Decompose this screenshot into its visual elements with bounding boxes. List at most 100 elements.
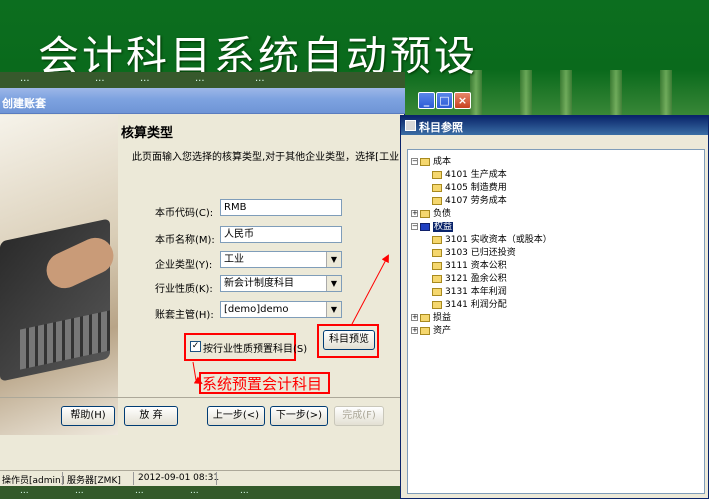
enterprise-type-select[interactable]: 工业 ▼ [220,251,342,268]
currency-name-input[interactable]: 人民币 [220,226,342,243]
folder-icon [420,157,430,166]
status-separator [62,472,63,485]
supervisor-select[interactable]: [demo]demo ▼ [220,301,342,318]
prev-button[interactable]: 上一步(<) [207,406,265,426]
wizard-divider [0,397,405,398]
status-separator [133,472,134,485]
background-menu-item: ... [135,486,144,496]
background-menu-item: ... [20,73,30,84]
folder-icon [432,170,442,179]
folder-icon [432,183,442,192]
industry-select[interactable]: 新会计制度科目 ▼ [220,275,342,292]
preset-accounts-checkbox[interactable]: ✓ [190,341,201,352]
tree-leaf[interactable]: 3111 资本公积 [432,258,507,271]
tree-leaf-label: 3103 已归还投资 [445,248,516,258]
tree-leaf-label: 3131 本年利润 [445,287,507,297]
tree-expander-icon[interactable]: − [411,158,418,165]
tree-expander-icon[interactable]: + [411,210,418,217]
tree-leaf[interactable]: 3103 已归还投资 [432,245,516,258]
wizard-illustration [0,115,120,435]
tree-leaf-label: 4101 生产成本 [445,170,507,180]
tree-node-label: 资产 [433,326,452,336]
tree-leaf-label: 4105 制造费用 [445,183,507,193]
tree-leaf-label: 3121 盈余公积 [445,274,507,284]
tree-expander-icon[interactable]: + [411,327,418,334]
wizard-description: 此页面输入您选择的核算类型,对于其他企业类型，选择[工业 [132,152,400,163]
create-account-wizard: 创建账套 _ □ × 核算类型 此页面输入您选择的核算类型,对于其他企业类型，选… [0,88,471,470]
dropdown-arrow-icon[interactable]: ▼ [326,276,341,291]
background-menu-item: ... [95,73,105,84]
supervisor-label: 账套主管(H): [155,310,214,321]
background-menu-item: ... [140,73,150,84]
tree-leaf[interactable]: 3141 利润分配 [432,297,507,310]
help-button[interactable]: 帮助(H) [61,406,115,426]
background-menu-strip: ... ... ... ... ... [0,72,405,88]
folder-icon [432,261,442,270]
account-tree[interactable]: − 成本 4101 生产成本 4105 制造费用 4107 劳务成本 + 负债 − 权… [407,149,705,494]
folder-icon [420,209,430,218]
preset-accounts-checkbox-label[interactable]: 按行业性质预置科目(S) [203,340,307,355]
folder-icon [420,326,430,335]
background-menu-item: ... [195,73,205,84]
industry-value: 新会计制度科目 [224,278,294,289]
tree-node-liabilities[interactable]: + 负债 [411,206,451,219]
tree-leaf[interactable]: 4101 生产成本 [432,167,507,180]
close-button[interactable]: × [454,92,471,109]
maximize-button[interactable]: □ [436,92,453,109]
tree-leaf[interactable]: 3131 本年利润 [432,284,507,297]
status-datetime: 2012-09-01 08:31 [138,473,220,483]
folder-icon [432,235,442,244]
tree-leaf[interactable]: 4105 制造费用 [432,180,507,193]
tree-leaf[interactable]: 3121 盈余公积 [432,271,507,284]
status-server: 服务器[ZMK] [67,476,121,486]
currency-code-input[interactable]: RMB [220,199,342,216]
folder-icon [432,300,442,309]
tree-node-label: 成本 [433,157,452,167]
account-reference-window: 科目参照 − 成本 4101 生产成本 4105 制造费用 4107 劳务成本 +… [400,115,709,499]
background-bottom-strip: ... ... ... ... ... [0,486,405,499]
window-app-icon [405,120,416,131]
tree-expander-icon[interactable]: + [411,314,418,321]
folder-open-icon [420,222,430,231]
currency-name-label: 本币名称(M): [155,235,215,246]
folder-icon [432,196,442,205]
tree-leaf-label: 4107 劳务成本 [445,196,507,206]
wizard-title: 创建账套 [2,97,46,110]
wizard-titlebar[interactable]: 创建账套 _ □ × [0,88,471,114]
tree-leaf-label: 3101 实收资本（或股本） [445,235,552,245]
tree-leaf[interactable]: 4107 劳务成本 [432,193,507,206]
reference-title: 科目参照 [419,121,463,134]
wizard-heading: 核算类型 [121,126,174,141]
enterprise-type-label: 企业类型(Y): [155,260,213,271]
dropdown-arrow-icon[interactable]: ▼ [326,252,341,267]
tree-leaf[interactable]: 3101 实收资本（或股本） [432,232,552,245]
status-operator: 操作员[admin] [2,476,65,486]
background-menu-item: ... [75,486,84,496]
tree-node-equity[interactable]: − 权益 [411,219,454,232]
industry-label: 行业性质(K): [155,284,213,295]
cancel-button[interactable]: 放 弃 [124,406,178,426]
reference-titlebar[interactable]: 科目参照 [401,116,708,135]
tree-node-assets[interactable]: + 资产 [411,323,451,336]
folder-icon [432,287,442,296]
status-bar: 操作员[admin] 服务器[ZMK] 2012-09-01 08:31 [0,470,405,486]
minimize-button[interactable]: _ [418,92,435,109]
background-menu-item: ... [240,486,249,496]
folder-icon [432,248,442,257]
next-button[interactable]: 下一步(>) [270,406,328,426]
tree-node-profit-loss[interactable]: + 损益 [411,310,451,323]
annotation-text: 系统预置会计科目 [202,375,323,393]
currency-code-label: 本币代码(C): [155,208,214,219]
folder-icon [432,274,442,283]
folder-icon [420,313,430,322]
finish-button[interactable]: 完成(F) [334,406,384,426]
tree-leaf-label: 3141 利润分配 [445,300,507,310]
tree-node-cost[interactable]: − 成本 [411,154,451,167]
dropdown-arrow-icon[interactable]: ▼ [326,302,341,317]
background-menu-item: ... [20,486,29,496]
tree-node-label: 负债 [433,209,452,219]
tree-expander-icon[interactable]: − [411,223,418,230]
status-separator [216,472,217,485]
supervisor-value: [demo]demo [224,304,289,315]
account-preview-button[interactable]: 科目预览 [323,330,375,350]
